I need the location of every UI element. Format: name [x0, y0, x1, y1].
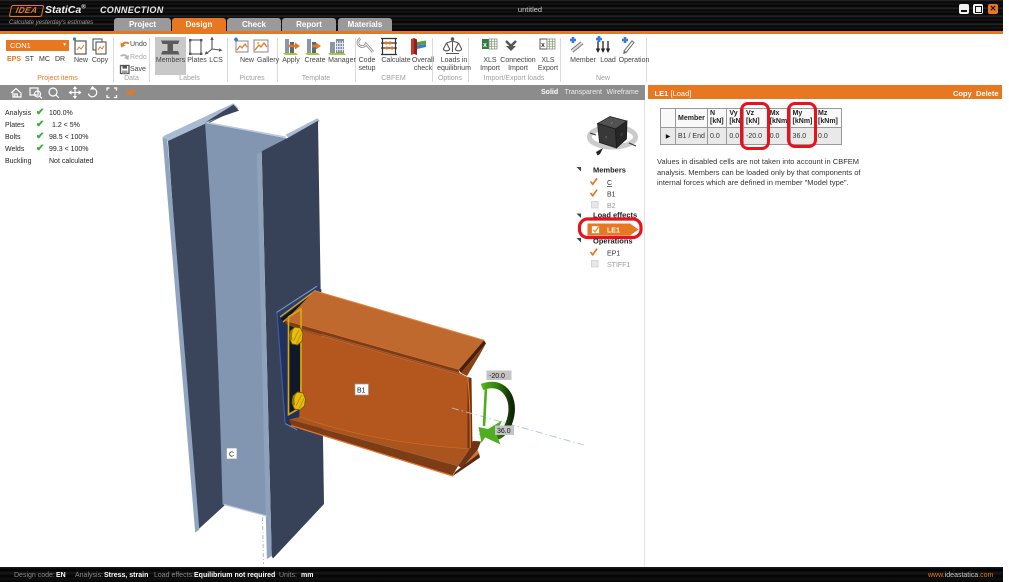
svg-text:STIFF1: STIFF1	[607, 262, 630, 269]
svg-text:LE1: LE1	[607, 228, 620, 235]
svg-text:C: C	[607, 180, 612, 187]
svg-text:B1: B1	[607, 192, 616, 199]
svg-text:C: C	[229, 452, 234, 459]
svg-text:36.0: 36.0	[497, 428, 511, 435]
svg-text:Members: Members	[593, 166, 626, 175]
svg-text:EP1: EP1	[607, 251, 620, 258]
svg-text:x: x	[483, 42, 487, 49]
svg-text:-20.0: -20.0	[489, 373, 505, 380]
svg-text:B2: B2	[607, 203, 616, 210]
svg-text:B1: B1	[357, 388, 366, 395]
svg-text:x: x	[541, 42, 545, 49]
svg-text:Operations: Operations	[593, 237, 633, 246]
